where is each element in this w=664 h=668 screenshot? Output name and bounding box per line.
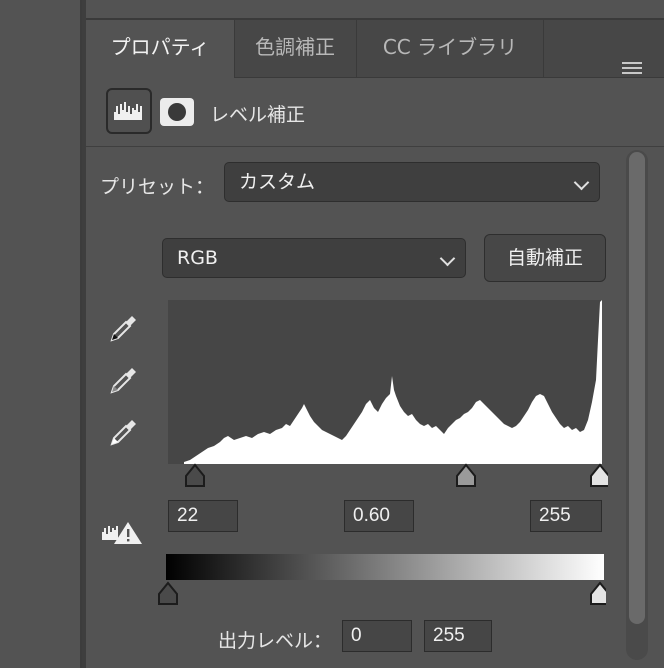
white-point-eyedropper-icon[interactable] <box>108 414 142 448</box>
gamma-input-handle[interactable] <box>456 463 476 487</box>
adjustment-header: レベル補正 <box>86 78 664 147</box>
properties-panel: プロパティ 色調補正 CC ライブラリ レベル補正 プリセット： カスタム RG… <box>86 0 664 668</box>
input-gamma-field[interactable] <box>344 500 414 532</box>
auto-button[interactable]: 自動補正 <box>484 234 606 282</box>
tab-adjustments[interactable]: 色調補正 <box>234 20 357 77</box>
black-input-handle[interactable] <box>185 463 205 487</box>
preset-label: プリセット： <box>100 176 215 198</box>
panel-top-strip <box>86 0 664 20</box>
adjustment-title: レベル補正 <box>210 104 306 126</box>
scrollbar-thumb[interactable] <box>629 152 645 624</box>
left-panel-column <box>0 0 82 668</box>
output-black-field[interactable] <box>342 620 412 652</box>
preset-dropdown[interactable]: カスタム <box>224 162 600 202</box>
clipping-warning-icon[interactable] <box>100 518 144 546</box>
panel-tab-bar: プロパティ 色調補正 CC ライブラリ <box>86 20 664 78</box>
output-white-field[interactable] <box>424 620 492 652</box>
levels-adjustment-icon[interactable] <box>106 88 152 134</box>
preset-value: カスタム <box>239 171 316 193</box>
output-levels-slider[interactable] <box>156 580 606 608</box>
chevron-down-icon <box>439 250 456 267</box>
hamburger-menu-icon[interactable] <box>622 62 642 76</box>
tab-properties[interactable]: プロパティ <box>86 20 235 78</box>
chevron-down-icon <box>573 174 590 191</box>
channel-dropdown[interactable]: RGB <box>162 238 466 278</box>
layer-mask-icon[interactable] <box>160 98 194 126</box>
black-output-handle[interactable] <box>158 581 178 605</box>
output-levels-label: 出力レベル： <box>218 630 333 652</box>
histogram <box>168 300 602 464</box>
output-gradient-bar <box>166 554 604 580</box>
tab-cc-libraries[interactable]: CC ライブラリ <box>357 20 544 77</box>
white-output-handle[interactable] <box>590 581 606 605</box>
input-levels-slider[interactable] <box>162 462 608 490</box>
histogram-graph <box>184 300 602 464</box>
black-point-eyedropper-icon[interactable] <box>108 310 142 344</box>
channel-value: RGB <box>177 247 218 269</box>
white-input-handle[interactable] <box>590 463 608 487</box>
input-black-field[interactable] <box>168 500 238 532</box>
input-white-field[interactable] <box>530 500 602 532</box>
gray-point-eyedropper-icon[interactable] <box>108 362 142 396</box>
